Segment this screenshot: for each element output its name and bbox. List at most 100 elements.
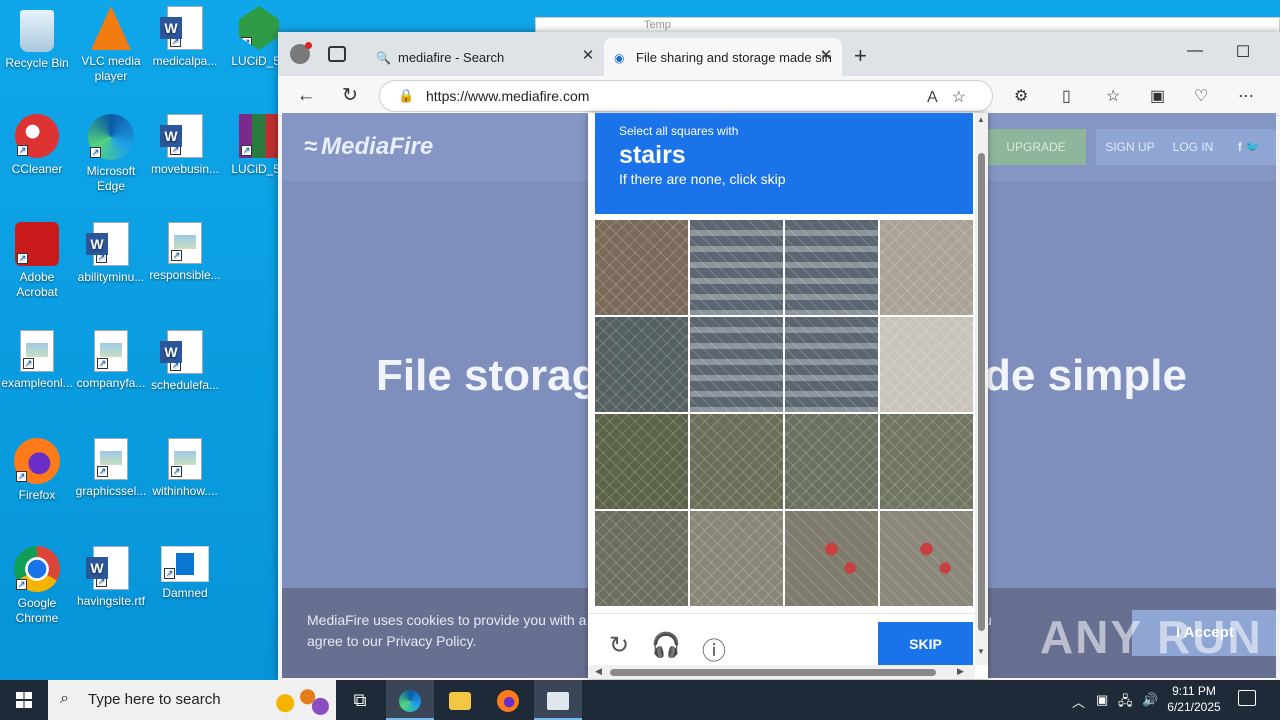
captcha-tile[interactable]	[880, 220, 973, 315]
edge-icon: ↗	[88, 114, 134, 160]
captcha-tile[interactable]	[690, 220, 783, 315]
hero-left: File storag	[376, 351, 599, 400]
captcha-target: stairs	[619, 141, 686, 169]
desktop-icon[interactable]: ↗ withinhow....	[148, 438, 222, 499]
tab-search[interactable]: 🔍 mediafire - Search ✕	[366, 38, 604, 76]
search-icon: ⌕	[60, 690, 69, 707]
desktop-icon[interactable]: ↗ CCleaner	[0, 114, 74, 177]
tray-app-icon[interactable]: ▣	[1096, 692, 1108, 708]
desktop-icon[interactable]: ↗ graphicssel...	[74, 438, 148, 499]
scroll-right-icon[interactable]: ▶	[957, 666, 964, 677]
recycle-bin-icon	[20, 10, 54, 52]
desktop-icon[interactable]: ↗ Adobe Acrobat	[0, 222, 74, 300]
tray-chevron-icon[interactable]: ︿	[1072, 692, 1085, 711]
browser-toolbar: ← ↻ 🔒 https://www.mediafire.com A☆ ⚙ ▯ ☆…	[278, 76, 1280, 116]
captcha-tile[interactable]	[785, 414, 878, 509]
url-text: https://www.mediafire.com	[426, 88, 590, 104]
skip-button[interactable]: SKIP	[878, 622, 973, 666]
notifications-icon[interactable]	[1238, 690, 1256, 706]
captcha-tile[interactable]	[690, 511, 783, 606]
captcha-tile[interactable]	[785, 220, 878, 315]
shortcut-arrow-icon: ↗	[96, 252, 107, 263]
desktop-icon[interactable]: ↗ havingsite.rtf	[74, 546, 148, 609]
refresh-icon[interactable]: ↻	[338, 84, 362, 108]
maximize-button[interactable]: ☐	[1220, 42, 1266, 62]
edge-icon[interactable]	[386, 680, 434, 720]
audio-icon[interactable]: 🎧	[651, 631, 681, 660]
collections-icon[interactable]: ▣	[1150, 86, 1165, 106]
desktop-icon[interactable]: ↗ responsible...	[148, 222, 222, 283]
vertical-scrollbar[interactable]: ▲ ▼	[975, 113, 988, 665]
social-icons[interactable]: f 🐦	[1222, 129, 1276, 165]
captcha-tile[interactable]	[690, 317, 783, 412]
captcha-tile[interactable]	[785, 511, 878, 606]
desktop-icon[interactable]: Recycle Bin	[0, 6, 74, 71]
desktop-icon[interactable]: ↗ Google Chrome	[0, 546, 74, 626]
word-doc-icon: ↗	[160, 330, 203, 374]
address-bar[interactable]: 🔒 https://www.mediafire.com A☆	[379, 80, 993, 112]
scroll-down-icon[interactable]: ▼	[977, 647, 985, 656]
desktop-icon[interactable]: ↗ exampleonl...	[0, 330, 74, 391]
login-button[interactable]: LOG IN	[1164, 129, 1222, 165]
task-view-icon[interactable]: ⧉	[336, 680, 384, 720]
refresh-icon[interactable]: ↻	[604, 631, 634, 660]
desktop-icon-label: exampleonl...	[1, 376, 73, 390]
volume-icon[interactable]: 🔊	[1142, 692, 1158, 708]
scroll-left-icon[interactable]: ◀	[595, 666, 602, 677]
captcha-tile[interactable]	[690, 414, 783, 509]
new-tab-button[interactable]: +	[854, 43, 867, 69]
tab-actions-icon[interactable]	[328, 46, 346, 62]
captcha-tile[interactable]	[595, 317, 688, 412]
address-actions[interactable]: A☆	[927, 87, 980, 107]
minimize-button[interactable]: —	[1172, 42, 1218, 60]
scroll-thumb[interactable]	[610, 669, 936, 676]
desktop-icon[interactable]: ↗ medicalpa...	[148, 6, 222, 69]
horizontal-scrollbar[interactable]: ◀ ▶	[588, 665, 975, 679]
desktop-icon[interactable]: ↗ movebusin...	[148, 114, 222, 177]
background-window[interactable]: Temp	[535, 17, 1280, 33]
signup-button[interactable]: SIGN UP	[1096, 129, 1164, 165]
desktop-icon[interactable]: ↗ schedulefa...	[148, 330, 222, 393]
app-window-icon[interactable]	[534, 680, 582, 720]
desktop-icon[interactable]: ↗ companyfa...	[74, 330, 148, 391]
vlc-icon	[91, 6, 131, 50]
scroll-up-icon[interactable]: ▲	[977, 115, 985, 124]
desktop-icon-label: schedulefa...	[150, 378, 220, 392]
desktop-icon[interactable]: VLC media player	[74, 6, 148, 84]
split-screen-icon[interactable]: ▯	[1062, 86, 1071, 106]
back-arrow-icon[interactable]: ←	[294, 84, 318, 108]
taskbar-search[interactable]: ⌕ Type here to search	[48, 680, 336, 720]
favorites-icon[interactable]: ☆	[1106, 86, 1120, 106]
extensions-icon[interactable]: ⚙	[1014, 86, 1028, 106]
desktop-icon[interactable]: ↗ Damned	[148, 546, 222, 601]
browser-essentials-icon[interactable]: ♡	[1194, 86, 1208, 106]
upgrade-button[interactable]: UPGRADE	[986, 129, 1086, 165]
captcha-tile[interactable]	[595, 414, 688, 509]
file-explorer-icon[interactable]	[436, 680, 484, 720]
network-icon[interactable]: 🖧	[1118, 692, 1133, 714]
captcha-tile[interactable]	[595, 220, 688, 315]
captcha-tile[interactable]	[880, 414, 973, 509]
clock[interactable]: 9:11 PM 6/21/2025	[1158, 683, 1230, 715]
firefox-icon[interactable]	[484, 680, 532, 720]
captcha-tile[interactable]	[785, 317, 878, 412]
start-button[interactable]	[0, 680, 48, 720]
captcha-tile[interactable]	[880, 317, 973, 412]
captcha-challenge: Select all squares with stairs If there …	[588, 113, 988, 679]
desktop-icon[interactable]: ↗ Microsoft Edge	[74, 114, 148, 194]
profile-avatar-icon[interactable]	[290, 42, 312, 64]
close-tab-icon[interactable]: ✕	[578, 46, 598, 66]
scroll-thumb[interactable]	[978, 153, 985, 631]
info-icon[interactable]: ⓘ	[699, 631, 729, 666]
more-menu-icon[interactable]: ⋯	[1238, 86, 1254, 106]
captcha-header: Select all squares with stairs If there …	[595, 113, 973, 214]
desktop-icon[interactable]: ↗ abilityminu...	[74, 222, 148, 285]
mediafire-logo[interactable]: MediaFire	[304, 133, 433, 161]
desktop-icon[interactable]: ↗ Firefox	[0, 438, 74, 503]
tab-mediafire[interactable]: ◉ File sharing and storage made sin ✕	[604, 38, 842, 76]
close-tab-icon[interactable]: ✕	[816, 46, 836, 66]
shortcut-arrow-icon: ↗	[17, 253, 28, 264]
captcha-tile[interactable]	[595, 511, 688, 606]
ccleaner-icon: ↗	[15, 114, 59, 158]
captcha-tile[interactable]	[880, 511, 973, 606]
